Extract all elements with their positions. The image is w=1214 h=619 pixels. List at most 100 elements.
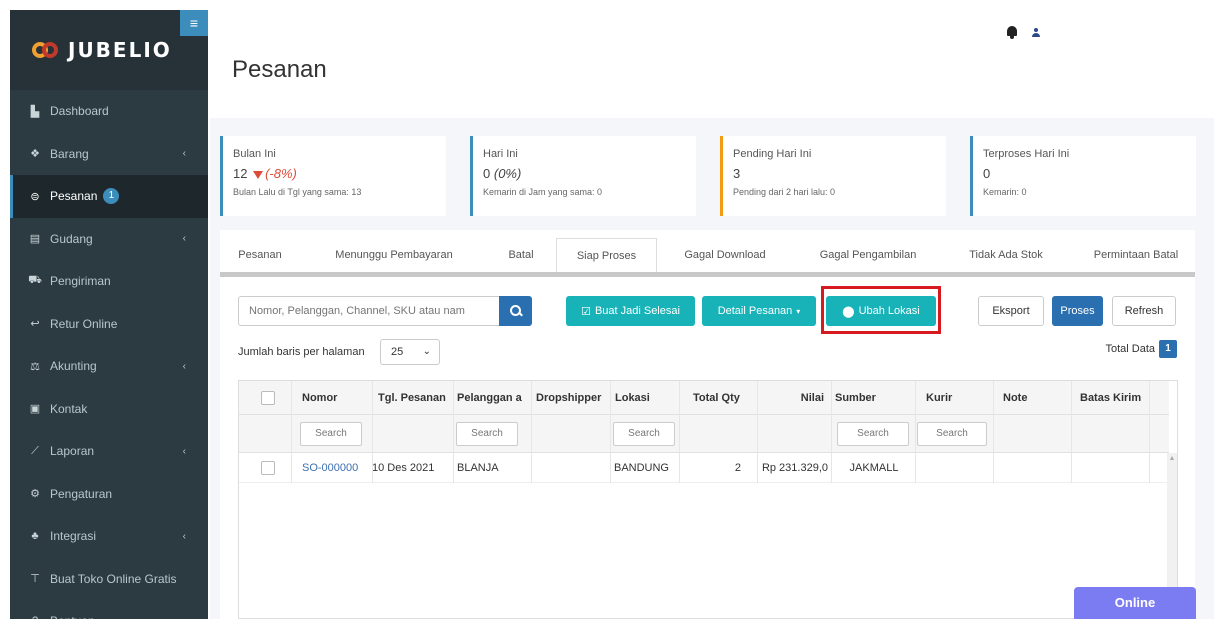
stat-card-hari-ini: Hari Ini 0 (0%) Kemarin di Jam yang sama… (470, 136, 696, 216)
column-divider (531, 381, 532, 483)
sidebar-toggle-button[interactable]: ≡ (180, 10, 208, 36)
sidebar-item-laporan[interactable]: ⟋ Laporan ‹ (10, 430, 208, 473)
stat-change: (-8%) (265, 166, 297, 181)
sidebar-item-pengiriman[interactable]: ⛟ Pengiriman (10, 260, 208, 303)
stat-number: 0 (983, 166, 991, 181)
shopping-cart-icon: ⊤ (30, 573, 40, 586)
reply-icon: ↩ (30, 318, 40, 331)
button-label: Buat Jadi Selesai (594, 305, 680, 317)
chevron-left-icon: ‹ (182, 233, 186, 245)
chevron-left-icon: ‹ (182, 148, 186, 160)
column-header-nomor[interactable]: Nomor (302, 381, 372, 415)
chevron-left-icon: ‹ (182, 445, 186, 457)
rows-per-page-select[interactable]: 25 ⌄ (380, 339, 440, 365)
stat-value: 0 (0%) (483, 166, 686, 181)
sidebar-item-label: Pengiriman (50, 274, 111, 289)
sidebar-item-bantuan[interactable]: ? Bantuan (10, 600, 208, 619)
sidebar-item-barang[interactable]: ❖ Barang ‹ (10, 133, 208, 176)
sidebar-item-label: Retur Online (50, 316, 118, 331)
sidebar-item-integrasi[interactable]: ♣ Integrasi ‹ (10, 515, 208, 558)
column-header-lokasi[interactable]: Lokasi (615, 381, 675, 415)
refresh-button[interactable]: Refresh (1112, 296, 1176, 326)
column-header-total-qty[interactable]: Total Qty (693, 381, 753, 415)
highlight-box (821, 286, 941, 334)
column-header-nilai[interactable]: Nilai (774, 381, 824, 415)
stat-number: 3 (733, 166, 741, 181)
stat-value: 12 (-8%) (233, 166, 436, 181)
sidebar-item-label: Integrasi (50, 529, 97, 544)
detail-pesanan-button[interactable]: Detail Pesanan ▾ (702, 296, 816, 326)
eksport-button[interactable]: Eksport (978, 296, 1044, 326)
table-row[interactable]: SO-000000 10 Des 2021 BLANJA BANDUNG 2 R… (239, 453, 1169, 483)
rows-per-page-value: 25 (391, 346, 404, 358)
proses-button[interactable]: Proses (1052, 296, 1103, 326)
tab-permintaan-batal[interactable]: Permintaan Batal (1082, 238, 1190, 272)
stat-value: 0 (983, 166, 1186, 181)
table-header-row: Nomor Tgl. Pesanan Pelanggan a Dropshipp… (239, 381, 1169, 415)
column-header-batas-kirim[interactable]: Batas Kirim (1080, 381, 1160, 415)
column-header-tgl[interactable]: Tgl. Pesanan (378, 381, 458, 415)
filter-kurir-input[interactable]: Search (917, 422, 987, 446)
sidebar-item-label: Pengaturan (50, 486, 113, 501)
column-divider (453, 381, 454, 483)
row-checkbox[interactable] (261, 461, 275, 475)
stat-card-terproses: Terproses Hari Ini 0 Kemarin: 0 (970, 136, 1196, 216)
order-note (1003, 453, 1053, 483)
tab-batal[interactable]: Batal (496, 238, 546, 272)
stat-label: Terproses Hari Ini (983, 148, 1070, 160)
buat-jadi-selesai-button[interactable]: ☑ Buat Jadi Selesai (566, 296, 695, 326)
tab-gagal-download[interactable]: Gagal Download (670, 238, 780, 272)
stat-card-bulan-ini: Bulan Ini 12 (-8%) Bulan Lalu di Tgl yan… (220, 136, 446, 216)
stat-card-pending: Pending Hari Ini 3 Pending dari 2 hari l… (720, 136, 946, 216)
brand-logo[interactable]: JUBELIO ≡ (10, 10, 208, 90)
rows-per-page-label: Jumlah baris per halaman (238, 346, 365, 358)
sitemap-icon: ♣ (31, 530, 39, 543)
column-header-pelanggan[interactable]: Pelanggan a (457, 381, 529, 415)
online-chat-button[interactable]: Online (1074, 587, 1196, 619)
sidebar-item-gudang[interactable]: ▤ Gudang ‹ (10, 218, 208, 261)
sidebar-item-buat-toko-online-gratis[interactable]: ⊤ Buat Toko Online Gratis (10, 558, 208, 601)
stat-label: Bulan Ini (233, 148, 276, 160)
tab-gagal-pengambilan[interactable]: Gagal Pengambilan (808, 238, 928, 272)
order-number-link[interactable]: SO-000000 (302, 453, 372, 483)
tab-siap-proses[interactable]: Siap Proses (556, 238, 657, 272)
stat-sub: Kemarin di Jam yang sama: 0 (483, 187, 603, 197)
search-button[interactable] (499, 296, 532, 326)
stat-number: 12 (233, 166, 248, 181)
column-divider (993, 381, 994, 483)
check-square-icon: ☑ (581, 305, 591, 318)
filter-nomor-input[interactable]: Search (300, 422, 362, 446)
bell-icon[interactable] (1006, 26, 1018, 39)
column-header-kurir[interactable]: Kurir (926, 381, 976, 415)
sidebar-item-pengaturan[interactable]: ⚙ Pengaturan (10, 473, 208, 516)
stat-change: (0%) (493, 166, 522, 181)
sidebar-item-akunting[interactable]: ⚖ Akunting ‹ (10, 345, 208, 388)
filter-pelanggan-input[interactable]: Search (456, 422, 518, 446)
search-input[interactable] (238, 296, 518, 326)
stat-label: Pending Hari Ini (733, 148, 812, 160)
sidebar-item-dashboard[interactable]: ▙ Dashboard (10, 90, 208, 133)
user-icon[interactable] (1032, 27, 1040, 38)
column-header-dropshipper[interactable]: Dropshipper (536, 381, 612, 415)
scroll-up-icon[interactable]: ▲ (1167, 453, 1177, 465)
sidebar-badge: 1 (103, 188, 120, 205)
sidebar-item-retur-online[interactable]: ↩ Retur Online (10, 303, 208, 346)
stat-number: 0 (483, 166, 491, 181)
sidebar-item-label: Dashboard (50, 104, 109, 119)
balance-scale-icon: ⚖ (30, 360, 40, 373)
sidebar-item-pesanan[interactable]: ⊜ Pesanan 1 (10, 175, 208, 218)
order-qty: 2 (734, 462, 741, 474)
select-all-checkbox[interactable] (261, 391, 275, 405)
chevron-left-icon: ‹ (182, 530, 186, 542)
tab-tidak-ada-stok[interactable]: Tidak Ada Stok (956, 238, 1056, 272)
column-header-note[interactable]: Note (1003, 381, 1053, 415)
orders-panel: Pesanan Menunggu Pembayaran Batal Siap P… (220, 230, 1195, 619)
sidebar-item-label: Akunting (50, 359, 97, 374)
tab-pesanan[interactable]: Pesanan (230, 238, 290, 272)
sidebar-item-kontak[interactable]: ▣ Kontak (10, 388, 208, 431)
filter-lokasi-input[interactable]: Search (613, 422, 675, 446)
total-data-badge: 1 (1159, 340, 1177, 358)
tab-menunggu-pembayaran[interactable]: Menunggu Pembayaran (324, 238, 464, 272)
column-header-sumber[interactable]: Sumber (835, 381, 895, 415)
filter-sumber-input[interactable]: Search (837, 422, 909, 446)
